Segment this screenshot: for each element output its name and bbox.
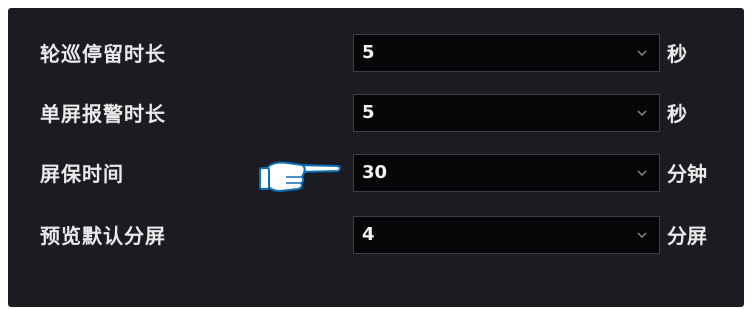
setting-label: 预览默认分屏 (40, 224, 166, 248)
unit-label: 分钟 (667, 162, 707, 186)
setting-row-screensaver-time: 屏保时间 30 分钟 (8, 154, 744, 194)
patrol-dwell-time-select[interactable]: 5 (353, 34, 660, 72)
select-value: 30 (362, 162, 388, 183)
setting-label: 屏保时间 (40, 162, 124, 186)
settings-panel: 轮巡停留时长 5 秒 单屏报警时长 5 秒 屏保时间 30 分钟 预览默认分屏 … (8, 8, 744, 307)
screensaver-time-select[interactable]: 30 (353, 154, 660, 192)
chevron-down-icon (637, 232, 647, 238)
preview-default-split-select[interactable]: 4 (353, 216, 660, 254)
chevron-down-icon (637, 50, 647, 56)
chevron-down-icon (637, 110, 647, 116)
unit-label: 秒 (667, 42, 687, 66)
single-screen-alarm-time-select[interactable]: 5 (353, 94, 660, 132)
select-value: 4 (362, 224, 375, 245)
setting-row-preview-default-split: 预览默认分屏 4 分屏 (8, 216, 744, 256)
setting-label: 单屏报警时长 (40, 102, 166, 126)
select-value: 5 (362, 102, 375, 123)
setting-row-patrol-dwell-time: 轮巡停留时长 5 秒 (8, 34, 744, 74)
unit-label: 秒 (667, 102, 687, 126)
chevron-down-icon (637, 170, 647, 176)
select-value: 5 (362, 42, 375, 63)
pointing-hand-icon (259, 161, 341, 193)
unit-label: 分屏 (667, 224, 707, 248)
setting-row-single-screen-alarm-time: 单屏报警时长 5 秒 (8, 94, 744, 134)
setting-label: 轮巡停留时长 (40, 42, 166, 66)
